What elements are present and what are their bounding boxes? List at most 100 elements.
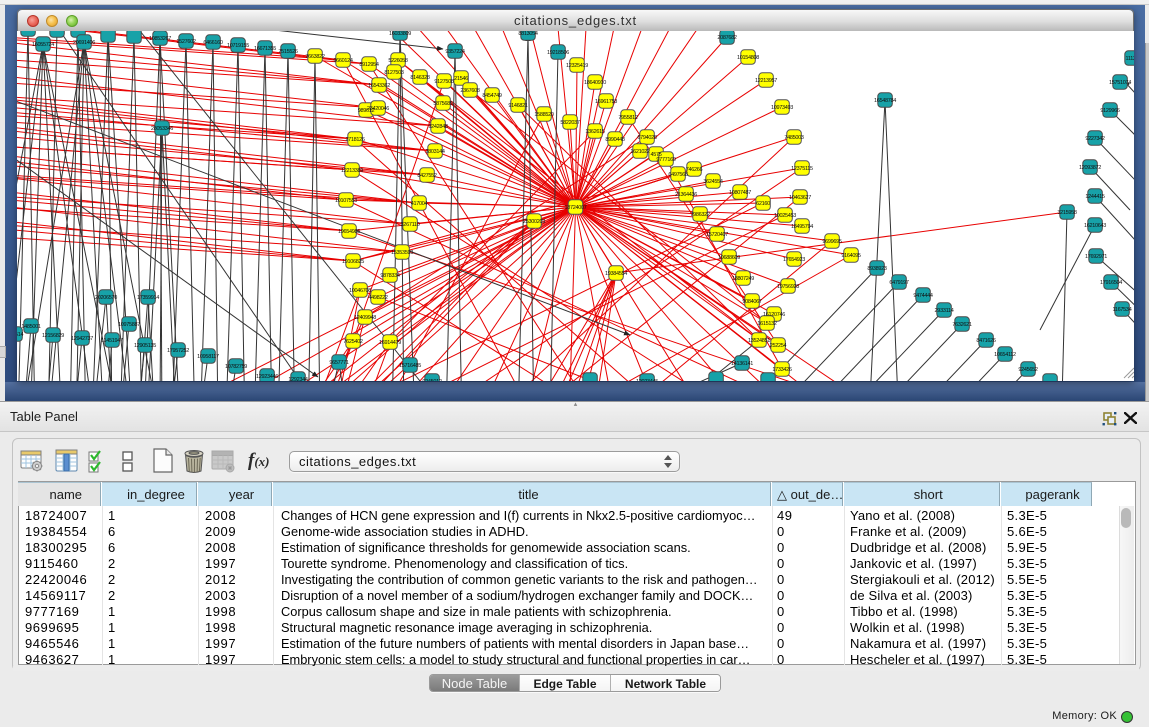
svg-text:20206570: 20206570 bbox=[95, 295, 117, 301]
svg-text:16548784: 16548784 bbox=[874, 98, 896, 104]
svg-text:16543362: 16543362 bbox=[368, 83, 390, 89]
svg-text:5822037: 5822037 bbox=[560, 120, 580, 126]
svg-text:11123: 11123 bbox=[1126, 56, 1134, 62]
svg-text:7986322: 7986322 bbox=[690, 212, 710, 218]
svg-text:8813054: 8813054 bbox=[518, 31, 538, 37]
svg-text:9878334: 9878334 bbox=[380, 273, 400, 279]
svg-text:7955812: 7955812 bbox=[618, 115, 638, 121]
svg-text:10463627: 10463627 bbox=[789, 195, 811, 201]
svg-text:10719155: 10719155 bbox=[227, 43, 249, 49]
svg-text:14136141: 14136141 bbox=[731, 361, 753, 367]
svg-text:16055724: 16055724 bbox=[32, 42, 54, 48]
svg-text:9357224: 9357224 bbox=[445, 49, 465, 55]
svg-text:12213389: 12213389 bbox=[341, 168, 363, 174]
svg-text:1362615: 1362615 bbox=[585, 129, 605, 135]
svg-text:10973493: 10973493 bbox=[771, 105, 793, 111]
svg-text:10975887: 10975887 bbox=[118, 322, 140, 328]
svg-text:9242848: 9242848 bbox=[428, 124, 448, 130]
svg-text:1588520: 1588520 bbox=[534, 112, 554, 118]
svg-text:2367608: 2367608 bbox=[460, 88, 480, 94]
svg-text:7632621: 7632621 bbox=[952, 322, 972, 328]
svg-text:7485003: 7485003 bbox=[784, 135, 804, 141]
svg-text:6479197: 6479197 bbox=[889, 280, 909, 286]
svg-text:3267110: 3267110 bbox=[401, 222, 420, 228]
svg-text:19654985: 19654985 bbox=[338, 229, 360, 235]
svg-text:12905135: 12905135 bbox=[134, 343, 156, 349]
svg-text:18724007: 18724007 bbox=[564, 205, 586, 211]
svg-text:18640910: 18640910 bbox=[584, 80, 606, 86]
svg-text:1485001: 1485001 bbox=[21, 324, 41, 330]
svg-text:9777169: 9777169 bbox=[656, 157, 676, 163]
svg-text:18807249: 18807249 bbox=[732, 276, 754, 282]
svg-text:8427552: 8427552 bbox=[417, 173, 437, 179]
svg-text:10154808: 10154808 bbox=[737, 55, 759, 61]
svg-text:8454749: 8454749 bbox=[482, 93, 502, 99]
svg-text:18495794: 18495794 bbox=[791, 224, 813, 230]
svg-text:13524851: 13524851 bbox=[748, 338, 770, 344]
svg-text:10958117: 10958117 bbox=[197, 354, 219, 360]
svg-text:10025453: 10025453 bbox=[774, 213, 796, 219]
svg-text:15751074: 15751074 bbox=[1109, 80, 1131, 86]
svg-text:9146821: 9146821 bbox=[508, 103, 528, 109]
svg-text:1292344: 1292344 bbox=[288, 377, 308, 381]
svg-text:10046708: 10046708 bbox=[349, 288, 371, 294]
svg-text:19106825: 19106825 bbox=[342, 259, 364, 265]
svg-text:17916504: 17916504 bbox=[1100, 280, 1122, 286]
svg-text:4498222: 4498222 bbox=[368, 295, 388, 301]
svg-text:1527602: 1527602 bbox=[176, 39, 196, 45]
svg-text:9699695: 9699695 bbox=[822, 239, 842, 245]
svg-text:17957252: 17957252 bbox=[167, 348, 189, 354]
svg-text:8912954: 8912954 bbox=[359, 62, 379, 68]
svg-text:1244415: 1244415 bbox=[1085, 194, 1105, 200]
svg-text:12409948: 12409948 bbox=[354, 315, 376, 321]
svg-text:3624554: 3624554 bbox=[703, 179, 723, 185]
svg-text:10654112: 10654112 bbox=[994, 352, 1016, 358]
svg-text:12023445: 12023445 bbox=[636, 379, 658, 381]
svg-text:15720407: 15720407 bbox=[706, 232, 728, 238]
svg-text:8990448: 8990448 bbox=[605, 137, 625, 143]
svg-text:1621022: 1621022 bbox=[630, 149, 650, 155]
svg-text:2803144: 2803144 bbox=[425, 149, 445, 155]
svg-text:10853267: 10853267 bbox=[149, 36, 171, 42]
svg-text:12213957: 12213957 bbox=[755, 78, 777, 84]
svg-text:252254: 252254 bbox=[770, 343, 787, 349]
svg-text:23420046: 23420046 bbox=[367, 106, 389, 112]
svg-text:9164095: 9164095 bbox=[841, 253, 861, 259]
svg-text:2718126: 2718126 bbox=[345, 137, 365, 143]
svg-text:9245012: 9245012 bbox=[422, 379, 442, 381]
svg-text:12375115: 12375115 bbox=[791, 166, 813, 172]
svg-text:10782759: 10782759 bbox=[225, 364, 247, 370]
svg-text:9245652: 9245652 bbox=[1018, 367, 1038, 373]
svg-text:12156829: 12156829 bbox=[42, 333, 64, 339]
svg-text:21364436: 21364436 bbox=[675, 192, 697, 198]
svg-text:7663822: 7663822 bbox=[305, 54, 325, 60]
svg-text:25300203: 25300203 bbox=[523, 219, 545, 225]
svg-text:28053346: 28053346 bbox=[151, 126, 173, 132]
svg-text:16671355: 16671355 bbox=[254, 46, 276, 52]
svg-text:11451947: 11451947 bbox=[101, 338, 123, 344]
svg-text:16210643: 16210643 bbox=[1084, 223, 1106, 229]
svg-text:5226058: 5226058 bbox=[388, 58, 408, 64]
svg-text:5875685: 5875685 bbox=[433, 101, 453, 107]
svg-text:8127503: 8127503 bbox=[384, 70, 404, 76]
svg-text:2087682: 2087682 bbox=[717, 35, 737, 41]
svg-text:9657771: 9657771 bbox=[329, 360, 349, 366]
svg-text:417004: 417004 bbox=[411, 201, 428, 207]
svg-text:9227342: 9227342 bbox=[1085, 136, 1105, 142]
svg-text:16033809: 16033809 bbox=[389, 31, 411, 37]
svg-text:9129966: 9129966 bbox=[1100, 108, 1120, 114]
svg-text:16120746: 16120746 bbox=[763, 312, 785, 318]
svg-text:1733426: 1733426 bbox=[772, 367, 792, 373]
svg-text:10688609: 10688609 bbox=[718, 255, 740, 261]
svg-text:19218506: 19218506 bbox=[547, 50, 569, 56]
svg-text:9127508: 9127508 bbox=[434, 79, 454, 85]
svg-text:1615132: 1615132 bbox=[757, 321, 777, 327]
svg-text:9660124: 9660124 bbox=[333, 58, 353, 64]
svg-text:746266: 746266 bbox=[686, 167, 703, 173]
svg-text:12942737: 12942737 bbox=[71, 336, 93, 342]
svg-text:2933114: 2933114 bbox=[935, 308, 954, 314]
svg-text:6466160: 6466160 bbox=[203, 40, 223, 46]
svg-text:17692971: 17692971 bbox=[1085, 254, 1107, 260]
svg-text:8471626: 8471626 bbox=[976, 338, 996, 344]
svg-text:12325419: 12325419 bbox=[566, 63, 588, 69]
